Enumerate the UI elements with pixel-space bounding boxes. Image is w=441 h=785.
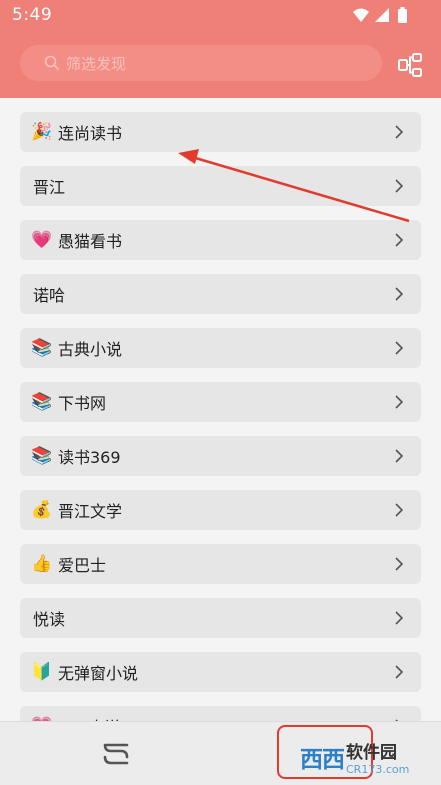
list-item[interactable]: 📚 古典小说: [20, 328, 421, 368]
list-item[interactable]: 晋江: [20, 166, 421, 206]
party-popper-icon: 🎉: [31, 122, 53, 142]
watermark: 西西 软件园 CR173.com: [300, 735, 440, 779]
search-input[interactable]: 筛选发现: [20, 45, 382, 81]
list-item-label: 愚猫看书: [58, 232, 123, 251]
chevron-right-icon: [395, 611, 404, 625]
thumbs-up-icon: 👍: [31, 554, 53, 574]
list-item-label: 悦读: [33, 610, 66, 629]
beginner-badge-icon: 🔰: [31, 662, 53, 682]
search-icon: [44, 55, 60, 71]
list-item-label: 读书369: [58, 448, 121, 467]
status-time: 5:49: [12, 5, 53, 25]
list-item-label: 连尚读书: [58, 124, 123, 143]
chevron-right-icon: [395, 341, 404, 355]
chevron-right-icon: [395, 125, 404, 139]
books-icon: 📚: [31, 446, 53, 466]
app-header: 筛选发现: [0, 32, 441, 98]
list-item[interactable]: 📚 读书369: [20, 436, 421, 476]
list-item[interactable]: 🎉 连尚读书: [20, 112, 421, 152]
status-bar: 5:49: [0, 0, 441, 32]
list-item-label: 古典小说: [58, 340, 123, 359]
discover-list: 🎉 连尚读书晋江 💗 愚猫看书诺哈 📚 古典小说 📚 下书网 📚 读书369 💰 晋江文学 👍 爱巴士悦读…: [20, 112, 421, 760]
books-icon: 📚: [31, 338, 53, 358]
list-item-label: 下书网: [58, 394, 107, 413]
list-item[interactable]: 🔰 无弹窗小说: [20, 652, 421, 692]
watermark-url: CR173.com: [346, 763, 410, 776]
group-filter-icon[interactable]: [398, 52, 424, 78]
chevron-right-icon: [395, 395, 404, 409]
chevron-right-icon: [395, 449, 404, 463]
list-item[interactable]: 📚 下书网: [20, 382, 421, 422]
search-placeholder: 筛选发现: [66, 54, 127, 73]
chevron-right-icon: [395, 179, 404, 193]
status-icons: [353, 7, 407, 23]
bookshelf-nav-icon[interactable]: [101, 739, 131, 769]
list-item[interactable]: 💰 晋江文学: [20, 490, 421, 530]
battery-icon: [398, 7, 407, 23]
list-item-label: 晋江: [33, 178, 66, 197]
list-item-label: 无弹窗小说: [58, 664, 139, 683]
money-bag-icon: 💰: [31, 500, 53, 520]
heart-icon: 💗: [31, 230, 53, 250]
wifi-icon: [353, 8, 369, 22]
list-item[interactable]: 👍 爱巴士: [20, 544, 421, 584]
list-item[interactable]: 悦读: [20, 598, 421, 638]
watermark-site: 软件园: [346, 743, 397, 763]
list-item-label: 爱巴士: [58, 556, 107, 575]
list-item-label: 晋江文学: [58, 502, 123, 521]
list-item-label: 诺哈: [33, 286, 66, 305]
chevron-right-icon: [395, 287, 404, 301]
chevron-right-icon: [395, 665, 404, 679]
chevron-right-icon: [395, 503, 404, 517]
chevron-right-icon: [395, 557, 404, 571]
list-item[interactable]: 诺哈: [20, 274, 421, 314]
watermark-logo: 西西: [300, 747, 345, 773]
list-item[interactable]: 💗 愚猫看书: [20, 220, 421, 260]
books-icon: 📚: [31, 392, 53, 412]
chevron-right-icon: [395, 233, 404, 247]
signal-icon: [375, 8, 389, 22]
